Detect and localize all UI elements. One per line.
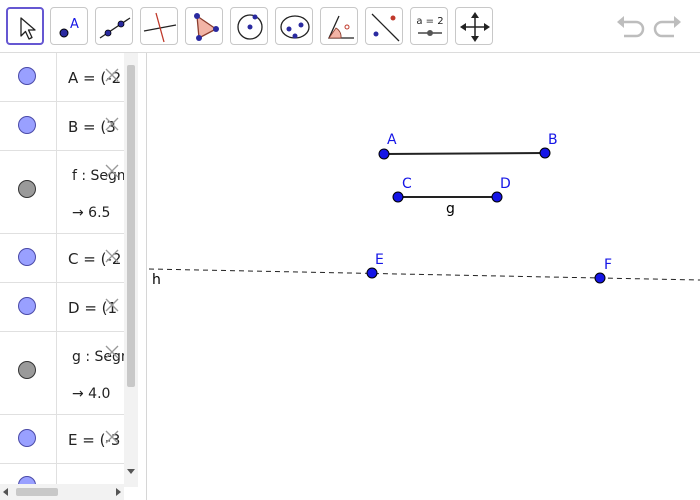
point-a[interactable] (378, 148, 390, 160)
algebra-view: A = (-2 B = (3 f : Segm → 6.5 C = (-2 D … (0, 53, 147, 500)
delete-icon[interactable] (104, 163, 120, 179)
slider-tool-button[interactable]: a = 2 (410, 7, 448, 45)
line-h[interactable] (148, 268, 700, 281)
visibility-marble[interactable] (18, 67, 36, 85)
horizontal-scroll-thumb[interactable] (16, 488, 58, 496)
polygon-tool-button[interactable] (185, 7, 223, 45)
algebra-row-b[interactable]: B = (3 (0, 102, 124, 151)
algebra-row-g[interactable]: g : Segm → 4.0 (0, 332, 135, 415)
circle-tool-button[interactable] (230, 7, 268, 45)
point-e[interactable] (366, 267, 378, 279)
label-g: g (446, 201, 455, 217)
horizontal-scrollbar[interactable] (0, 484, 124, 500)
label-f: F (604, 257, 612, 273)
algebra-row-output: → 6.5 (72, 205, 111, 221)
algebra-row-d[interactable]: D = (1 (0, 283, 124, 332)
algebra-row-c[interactable]: C = (-2 (0, 234, 124, 283)
visibility-marble[interactable] (18, 361, 36, 379)
line-tool-button[interactable] (95, 7, 133, 45)
delete-icon[interactable] (104, 297, 120, 313)
vertical-scrollbar[interactable] (124, 53, 138, 487)
point-tool-button[interactable]: A (50, 7, 88, 45)
point-b[interactable] (539, 147, 551, 159)
undo-icon (617, 16, 645, 38)
visibility-marble[interactable] (18, 180, 36, 198)
point-f[interactable] (594, 272, 606, 284)
delete-icon[interactable] (104, 248, 120, 264)
circle-center-point-icon (237, 14, 263, 40)
move-tool-button[interactable] (6, 7, 44, 45)
visibility-marble[interactable] (18, 297, 36, 315)
redo-icon (653, 16, 681, 38)
visibility-marble[interactable] (18, 429, 36, 447)
visibility-marble[interactable] (18, 116, 36, 134)
slider-icon: a = 2 (416, 16, 444, 36)
angle-tool-button[interactable] (320, 7, 358, 45)
reflect-tool-button[interactable] (365, 7, 403, 45)
vertical-scroll-thumb[interactable] (127, 65, 135, 387)
delete-icon[interactable] (104, 67, 120, 83)
algebra-row-f[interactable]: f : Segm → 6.5 (0, 151, 131, 234)
point-d[interactable] (491, 191, 503, 203)
label-b: B (548, 132, 558, 148)
polygon-icon (194, 13, 219, 41)
point-icon: A (59, 17, 79, 38)
graphics-view[interactable]: h g A B C D E F (147, 53, 700, 500)
algebra-row-output: → 4.0 (72, 386, 111, 402)
reflect-about-line-icon (371, 13, 400, 42)
label-h: h (152, 272, 161, 288)
perpendicular-line-icon (143, 12, 177, 43)
move-view-tool-button[interactable] (455, 7, 493, 45)
label-d: D (500, 176, 511, 192)
visibility-marble[interactable] (18, 248, 36, 266)
toolbar: A a = 2 (0, 0, 700, 53)
svg-text:a = 2: a = 2 (416, 16, 443, 27)
label-a: A (387, 132, 397, 148)
ellipse-tool-button[interactable] (275, 7, 313, 45)
algebra-row-a[interactable]: A = (-2 (0, 53, 124, 102)
scroll-right-arrow-icon[interactable] (114, 488, 122, 496)
perpendicular-line-tool-button[interactable] (140, 7, 178, 45)
algebra-row-partial[interactable] (0, 464, 124, 494)
redo-button[interactable] (652, 12, 684, 40)
svg-text:A: A (70, 17, 79, 32)
undo-button[interactable] (614, 12, 646, 40)
angle-icon (327, 15, 354, 39)
scroll-left-arrow-icon[interactable] (2, 488, 10, 496)
label-e: E (375, 252, 384, 268)
delete-icon[interactable] (104, 429, 120, 445)
cursor-icon (20, 17, 36, 40)
algebra-row-text[interactable]: f : Segm (72, 168, 131, 184)
scroll-down-arrow-icon[interactable] (127, 467, 135, 475)
label-c: C (402, 176, 412, 192)
ellipse-icon (280, 15, 310, 39)
algebra-row-e[interactable]: E = (-3 (0, 415, 124, 464)
segment-f[interactable] (383, 152, 546, 155)
delete-icon[interactable] (104, 116, 120, 132)
move-arrows-icon (460, 12, 490, 42)
line-through-points-icon (99, 17, 131, 39)
delete-icon[interactable] (104, 344, 120, 360)
point-c[interactable] (392, 191, 404, 203)
